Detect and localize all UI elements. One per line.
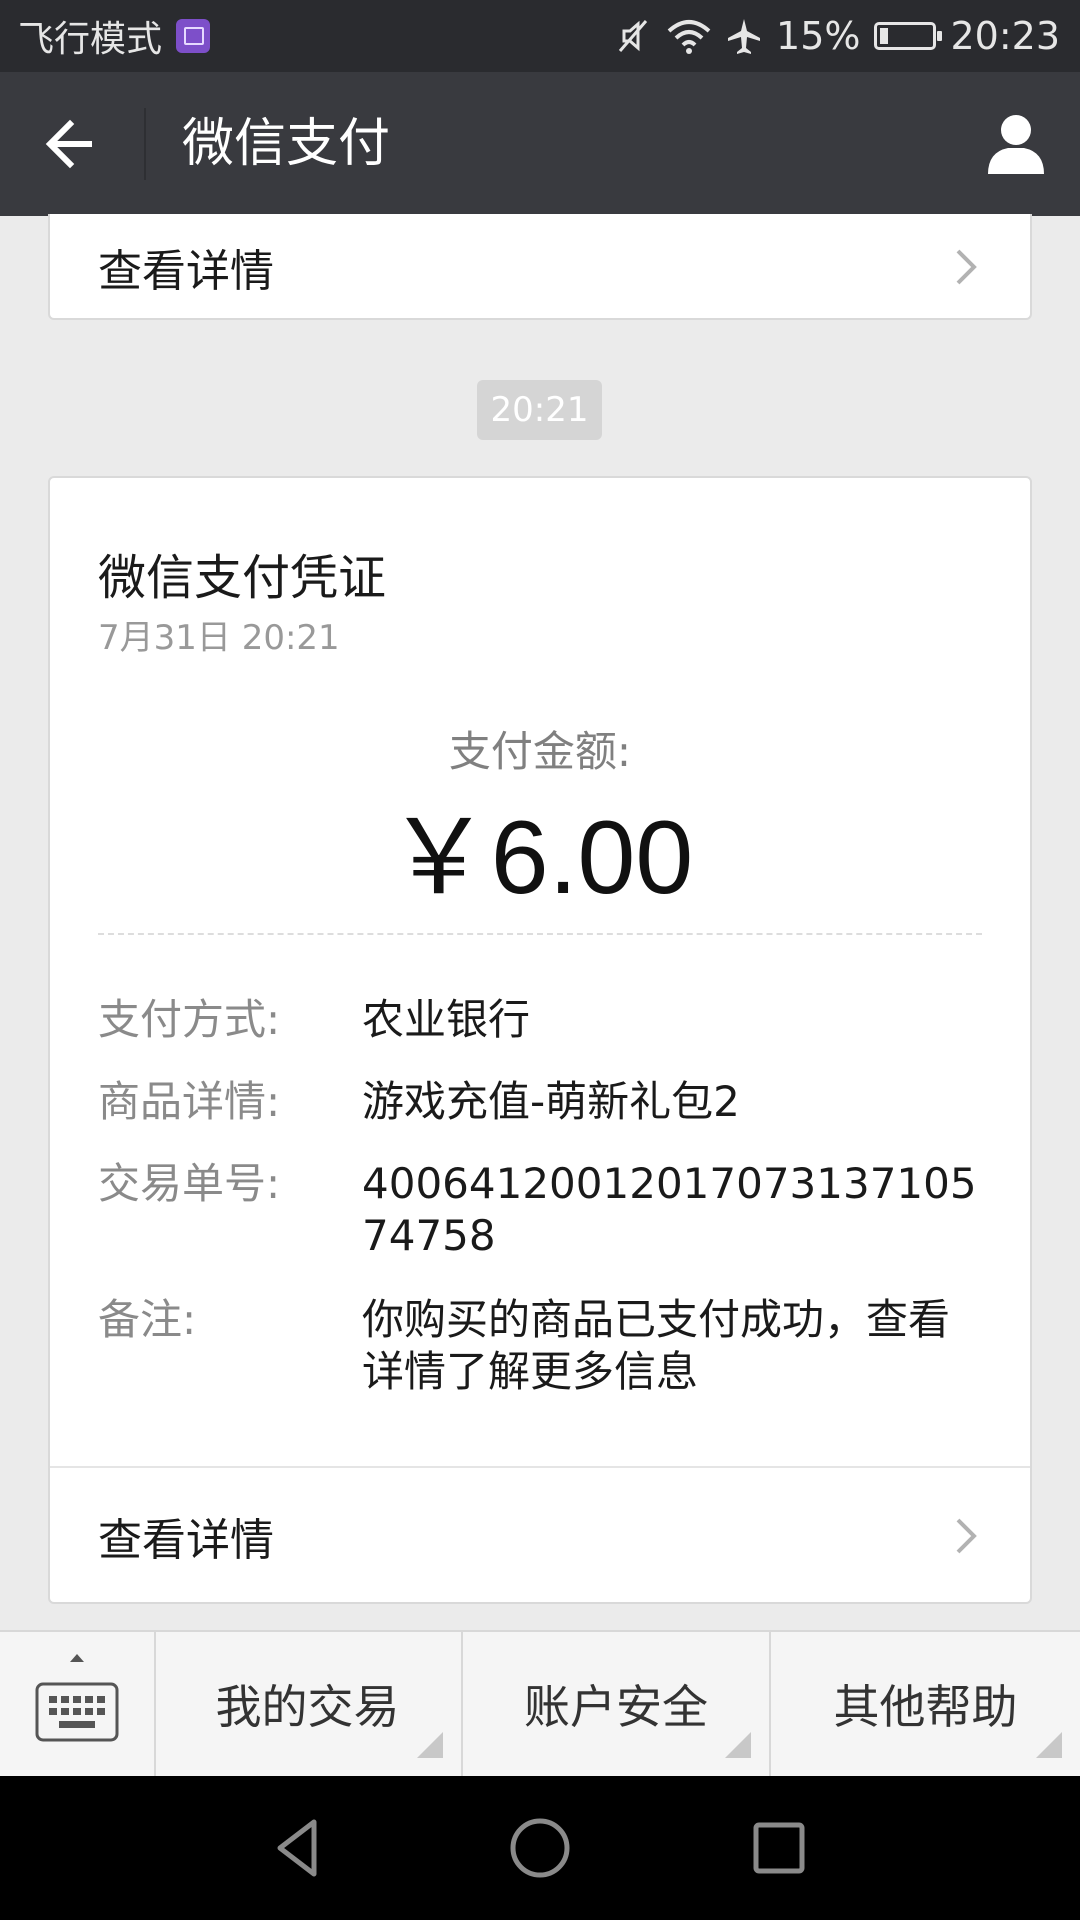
battery-level [880,28,888,44]
dashed-divider [98,933,982,935]
receipt-title: 微信支付凭证 [98,550,387,606]
bottom-menu-bar: 我的交易 账户安全 其他帮助 [0,1630,1080,1776]
amount-label: 支付金额: [448,727,632,776]
submenu-indicator-icon [417,1732,443,1758]
menu-account-security-label: 账户安全 [524,1680,708,1734]
message-timestamp: 20:21 [477,380,602,440]
chevron-right-icon [956,1518,977,1554]
menu-other-help[interactable]: 其他帮助 [771,1632,1080,1776]
wifi-icon [666,17,712,55]
transaction-number-value: 4006412001201707313710574758 [362,1159,977,1260]
view-details-label: 查看详情 [98,1515,274,1566]
receipt-date: 7月31日 20:21 [98,618,340,658]
nav-recents-button[interactable] [743,1812,815,1884]
payment-method-value: 农业银行 [362,995,531,1044]
clock: 20:23 [950,14,1060,58]
system-nav-bar [0,1776,1080,1920]
title-divider [144,108,146,180]
title-bar: 微信支付 [0,72,1080,216]
amount-value: ￥6.00 [386,800,694,916]
submenu-indicator-icon [725,1732,751,1758]
back-arrow-icon [45,119,92,169]
chevron-right-icon [956,249,977,285]
airplane-mode-label: 飞行模式 [18,19,163,60]
keyboard-toggle-button[interactable] [0,1632,156,1776]
product-details-value: 游戏充值-萌新礼包2 [362,1077,740,1126]
status-bar: 飞行模式 15% 20:23 [0,0,1080,72]
back-button[interactable] [34,108,106,180]
recents-nav-icon [753,1822,805,1874]
remark-value: 你购买的商品已支付成功，查看详情了解更多信息 [362,1295,951,1396]
profile-icon [988,115,1044,174]
payment-method-label: 支付方式: [98,995,281,1044]
back-nav-icon [277,1819,317,1877]
battery-icon [874,22,943,50]
menu-other-help-label: 其他帮助 [833,1680,1018,1734]
status-left: 飞行模式 [18,0,211,72]
airplane-icon [726,17,762,55]
home-nav-icon [510,1818,570,1878]
payment-receipt-card: 微信支付凭证 7月31日 20:21 支付金额: ￥6.00 支付方式: 农业银… [48,476,1032,1604]
view-details-row-previous[interactable]: 查看详情 [50,214,1030,320]
gallery-icon [176,19,211,53]
page-title: 微信支付 [182,114,391,174]
product-details-label: 商品详情: [98,1077,281,1126]
battery-percent: 15% [776,14,861,58]
submenu-indicator-icon [1036,1732,1062,1758]
nav-home-button[interactable] [504,1812,576,1884]
remark-label: 备注: [98,1295,197,1344]
keyboard-icon [35,1654,119,1742]
profile-button[interactable] [980,108,1052,180]
view-details-label: 查看详情 [98,246,274,297]
menu-my-transactions-label: 我的交易 [215,1680,400,1734]
nav-back-button[interactable] [264,1812,336,1884]
menu-my-transactions[interactable]: 我的交易 [154,1632,463,1776]
transaction-number-label: 交易单号: [98,1159,281,1208]
mute-icon [614,17,652,55]
status-right: 15% 20:23 [614,0,1060,72]
view-details-row[interactable]: 查看详情 [50,1468,1030,1604]
previous-message-card: 查看详情 [48,214,1032,320]
menu-account-security[interactable]: 账户安全 [463,1632,771,1776]
